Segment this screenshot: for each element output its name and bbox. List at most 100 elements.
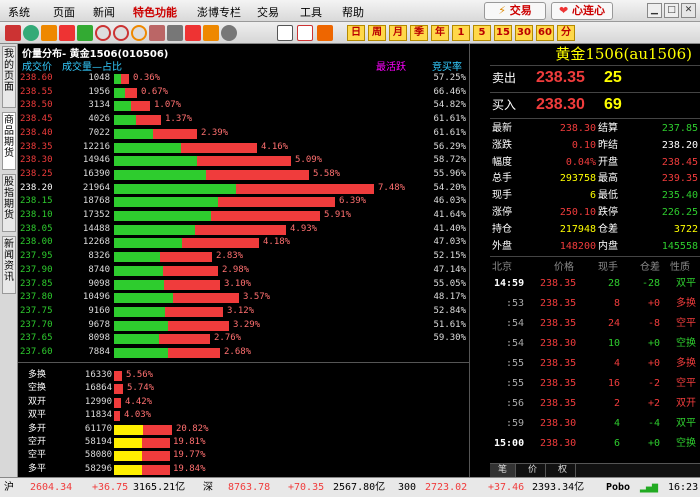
chart-icon[interactable] [59, 25, 75, 41]
period-1min-button[interactable]: 1 [452, 25, 470, 41]
tab-news[interactable]: 新闻资讯 [2, 236, 16, 294]
row-volume: 14946 [82, 155, 110, 166]
row-percent: 5.91% [324, 210, 352, 220]
zoom-out-icon[interactable] [113, 25, 129, 41]
row-green-bar [114, 156, 197, 167]
grid-icon[interactable] [41, 25, 57, 41]
period-minute-button[interactable]: 分 [557, 25, 575, 41]
period-quarter-button[interactable]: 季 [410, 25, 428, 41]
tab-commodity-futures[interactable]: 商品期货 [2, 112, 16, 170]
row-volume: 18768 [82, 196, 110, 207]
row-volume: 10496 [82, 292, 110, 303]
tick-time: :55 [506, 378, 525, 389]
row-volume: 14488 [82, 223, 110, 234]
period-week-button[interactable]: 周 [368, 25, 386, 41]
menu-help[interactable]: 帮助 [342, 4, 364, 20]
period-30min-button[interactable]: 30 [515, 25, 533, 41]
row-red-bar [218, 197, 335, 208]
row-ratio: 55.05% [433, 278, 466, 289]
row-red-bar [163, 265, 218, 276]
period-60min-button[interactable]: 60 [536, 25, 554, 41]
line-chart-icon[interactable] [297, 25, 313, 41]
bid-price: 238.30 [536, 96, 585, 113]
stat-label: 总手 [492, 173, 512, 185]
table-icon[interactable] [277, 25, 293, 41]
distribution-row: 237.80 10496 3.57% 48.17% [18, 291, 470, 304]
indicator-icon[interactable] [167, 25, 183, 41]
category-label: 多换 [28, 370, 47, 380]
col-ratio: 竞买率 [432, 62, 462, 73]
distribution-row: 238.35 12216 4.16% 56.29% [18, 141, 470, 154]
sh-label: 沪 [4, 482, 14, 493]
row-green-bar [114, 101, 131, 112]
back-icon[interactable] [5, 25, 21, 41]
tab-trades[interactable]: 笔 [490, 464, 516, 477]
forward-icon[interactable] [23, 25, 39, 41]
left-tab-strip: 我的页面 商品期货 股指期货 新闻资讯 [0, 44, 18, 477]
cy-index-label: 300 [398, 482, 417, 493]
menu-news[interactable]: 新闻 [93, 4, 115, 20]
menu-column[interactable]: 澎博专栏 [197, 4, 241, 20]
category-label: 多平 [28, 463, 47, 474]
category-bar-left [114, 464, 142, 475]
tick-icon[interactable] [317, 25, 333, 41]
trade-category-distribution: 多换 16330 5.56% 空换 16864 5.74% 双开 12990 4.42% 双平 11… [18, 362, 470, 477]
tab-index-futures[interactable]: 股指期货 [2, 174, 16, 232]
menu-page[interactable]: 页面 [53, 4, 75, 20]
distribution-row: 238.60 1048 0.36% 57.25% [18, 72, 470, 85]
tick-volume: 4 [613, 358, 620, 369]
drawing-icon[interactable] [149, 25, 165, 41]
tick-time: :53 [506, 298, 525, 309]
distribution-row: 238.30 14946 5.09% 58.72% [18, 154, 470, 167]
refresh-icon[interactable] [77, 25, 93, 41]
trade-button[interactable]: ⚡ 交易 [484, 2, 546, 20]
tick-row: 14:59 238.35 28 -28 双平 [490, 274, 700, 293]
category-percent: 4.03% [124, 410, 152, 421]
stat-value: 239.35 [661, 173, 698, 185]
tab-rights[interactable]: 权 [550, 464, 576, 477]
row-red-bar [181, 142, 257, 153]
close-icon[interactable]: ✕ [681, 3, 696, 18]
row-green-bar [114, 293, 173, 304]
period-15min-button[interactable]: 15 [494, 25, 512, 41]
category-bar-right [142, 438, 170, 448]
minimize-icon[interactable]: ▁ [647, 3, 662, 18]
tick-row: 15:00 238.30 6 +0 空换 [490, 434, 700, 453]
row-volume: 8098 [88, 333, 110, 344]
tab-prices[interactable]: 价 [520, 464, 546, 477]
search-icon[interactable] [131, 25, 147, 41]
zoom-in-icon[interactable] [95, 25, 111, 41]
pen-icon[interactable] [185, 25, 201, 41]
tick-price: 238.35 [540, 278, 577, 289]
divider [490, 256, 700, 257]
menu-system[interactable]: 系统 [8, 4, 30, 20]
category-bar-left [114, 411, 120, 422]
stat-label: 结算 [598, 123, 618, 134]
stat-row: 持仓 217948 仓差 3722 [492, 222, 700, 237]
period-day-button[interactable]: 日 [347, 25, 365, 41]
stat-value: 237.85 [661, 123, 698, 134]
period-year-button[interactable]: 年 [431, 25, 449, 41]
stat-value: 3722 [673, 223, 698, 235]
category-row: 空开 58194 19.81% [18, 436, 470, 449]
alert-icon[interactable] [203, 25, 219, 41]
tick-volume: 16 [607, 378, 620, 389]
row-ratio: 52.15% [433, 251, 466, 262]
ask-volume: 25 [604, 69, 622, 86]
menu-tools[interactable]: 工具 [300, 4, 322, 20]
row-green-bar [114, 115, 136, 126]
menu-special-features[interactable]: 特色功能 [133, 4, 177, 20]
menu-bar: 系统 页面 新闻 特色功能 澎博专栏 交易 工具 帮助 ⚡ 交易 ❤ 心连心 ▁… [0, 0, 700, 22]
menu-trade[interactable]: 交易 [257, 4, 279, 20]
tab-my-pages[interactable]: 我的页面 [2, 46, 16, 108]
heart-button[interactable]: ❤ 心连心 [551, 2, 613, 20]
row-red-bar [211, 211, 320, 221]
period-month-button[interactable]: 月 [389, 25, 407, 41]
stat-value: 293758 [559, 173, 596, 185]
maximize-icon[interactable]: □ [664, 3, 679, 18]
row-ratio: 54.82% [433, 100, 466, 111]
period-5min-button[interactable]: 5 [473, 25, 491, 41]
tick-list-header: 北京 价格 现手 仓差 性质 [492, 258, 700, 273]
filter-icon[interactable] [221, 25, 237, 41]
row-percent: 3.10% [224, 278, 252, 289]
